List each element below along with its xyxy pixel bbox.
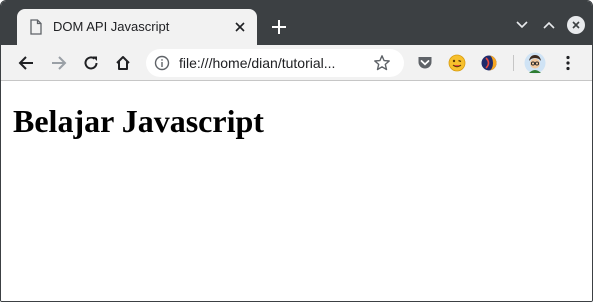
reload-icon — [84, 56, 98, 70]
close-icon[interactable] — [231, 18, 249, 36]
reload-button[interactable] — [79, 51, 103, 75]
home-button[interactable] — [111, 51, 135, 75]
home-icon — [116, 56, 130, 70]
minimize-button[interactable] — [512, 15, 532, 35]
menu-button[interactable] — [556, 51, 580, 75]
back-button[interactable] — [14, 51, 38, 75]
profile-button[interactable] — [523, 51, 547, 75]
maximize-button[interactable] — [539, 15, 559, 35]
pocket-extension-button[interactable] — [413, 51, 437, 75]
chevron-up-icon — [543, 21, 555, 29]
page-content: Belajar Javascript — [1, 82, 592, 301]
browser-window: DOM API Javascript file:///home/dian/tut… — [0, 0, 593, 302]
tab-active[interactable]: DOM API Javascript — [17, 9, 257, 45]
forward-button[interactable] — [47, 51, 71, 75]
plus-icon — [272, 20, 286, 34]
info-icon[interactable] — [154, 55, 170, 71]
third-extension-button[interactable] — [477, 51, 501, 75]
new-tab-button[interactable] — [268, 16, 290, 38]
emoji-icon — [448, 54, 466, 72]
tab-strip: DOM API Javascript — [1, 1, 592, 45]
star-icon[interactable] — [373, 54, 391, 72]
url-text[interactable]: file:///home/dian/tutorial... — [179, 54, 364, 72]
kebab-menu-icon — [566, 55, 570, 71]
toolbar-separator — [513, 55, 514, 71]
back-arrow-icon — [18, 56, 33, 70]
emoji-extension-button[interactable] — [445, 51, 469, 75]
tab-title: DOM API Javascript — [53, 19, 170, 34]
window-close-button[interactable] — [566, 15, 586, 35]
forward-arrow-icon — [52, 56, 67, 70]
page-heading: Belajar Javascript — [13, 103, 264, 139]
toolbar: file:///home/dian/tutorial... — [1, 45, 592, 81]
close-icon — [567, 16, 585, 34]
chevron-down-icon — [516, 21, 528, 29]
page-icon — [30, 19, 42, 35]
pocket-icon — [418, 57, 432, 69]
extension-icon — [481, 55, 497, 71]
avatar-icon — [524, 52, 546, 74]
address-bar[interactable]: file:///home/dian/tutorial... — [146, 49, 404, 77]
